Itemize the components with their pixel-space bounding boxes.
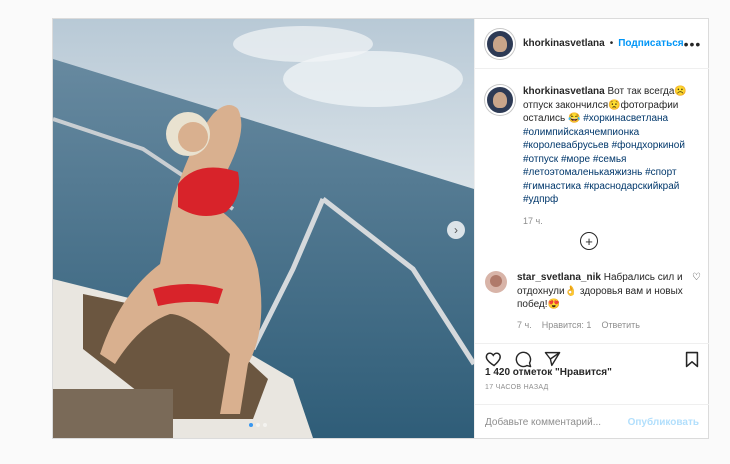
caption-avatar[interactable]	[485, 85, 515, 115]
post-header: khorkinasvetlana • Подписаться •••	[475, 19, 709, 69]
bookmark-icon[interactable]	[685, 351, 699, 368]
comment-meta: 7 ч. Нравится: 1 Ответить	[517, 320, 640, 330]
comment-reply-button[interactable]: Ответить	[601, 320, 639, 330]
plus-circle-icon: +	[585, 233, 593, 249]
more-options-icon[interactable]: •••	[684, 36, 702, 52]
next-photo-button[interactable]: ›	[447, 221, 465, 239]
carousel-dot	[263, 423, 267, 427]
comment: star_svetlana_nik Набрались сил и отдохн…	[485, 271, 701, 312]
beach-photo	[53, 19, 474, 438]
separator: •	[609, 38, 614, 49]
post-side-panel: khorkinasvetlana • Подписаться ••• khork…	[474, 19, 709, 438]
carousel-dot	[256, 423, 260, 427]
caption-hashtags[interactable]: #хоркинасветлана #олимпийскаячемпионка #…	[523, 113, 685, 205]
chevron-right-icon: ›	[454, 223, 458, 237]
comment-username[interactable]: star_svetlana_nik	[517, 272, 601, 283]
post-card: › khorkinasvetlana • Подписаться ••• kho…	[52, 18, 709, 439]
carousel-dot	[249, 423, 253, 427]
post-time-ago: 17 ЧАСОВ НАЗАД	[485, 384, 549, 391]
comment-avatar[interactable]	[485, 271, 507, 293]
post-photo[interactable]: ›	[53, 19, 474, 438]
avatar[interactable]	[485, 28, 515, 59]
comment-likes[interactable]: Нравится: 1	[542, 320, 592, 330]
add-comment-bar: Добавьте комментарий... Опубликовать	[475, 404, 709, 439]
comment-time: 7 ч.	[517, 320, 532, 330]
heart-icon[interactable]	[485, 351, 503, 367]
author-username[interactable]: khorkinasvetlana	[523, 38, 605, 49]
caption-username[interactable]: khorkinasvetlana	[523, 86, 605, 97]
share-icon[interactable]	[544, 351, 561, 367]
publish-button[interactable]: Опубликовать	[628, 417, 699, 428]
follow-button[interactable]: Подписаться	[618, 38, 683, 49]
comment-icon[interactable]	[515, 351, 532, 368]
likes-count[interactable]: 1 420 отметок "Нравится"	[485, 367, 612, 378]
caption: khorkinasvetlana Вот так всегда☹️ отпуск…	[485, 85, 701, 228]
carousel-dots	[249, 423, 267, 427]
caption-time: 17 ч.	[523, 215, 543, 226]
load-more-comments-button[interactable]: +	[580, 232, 598, 250]
comment-like-icon[interactable]: ♡	[692, 271, 701, 312]
comment-input[interactable]: Добавьте комментарий...	[485, 417, 601, 428]
